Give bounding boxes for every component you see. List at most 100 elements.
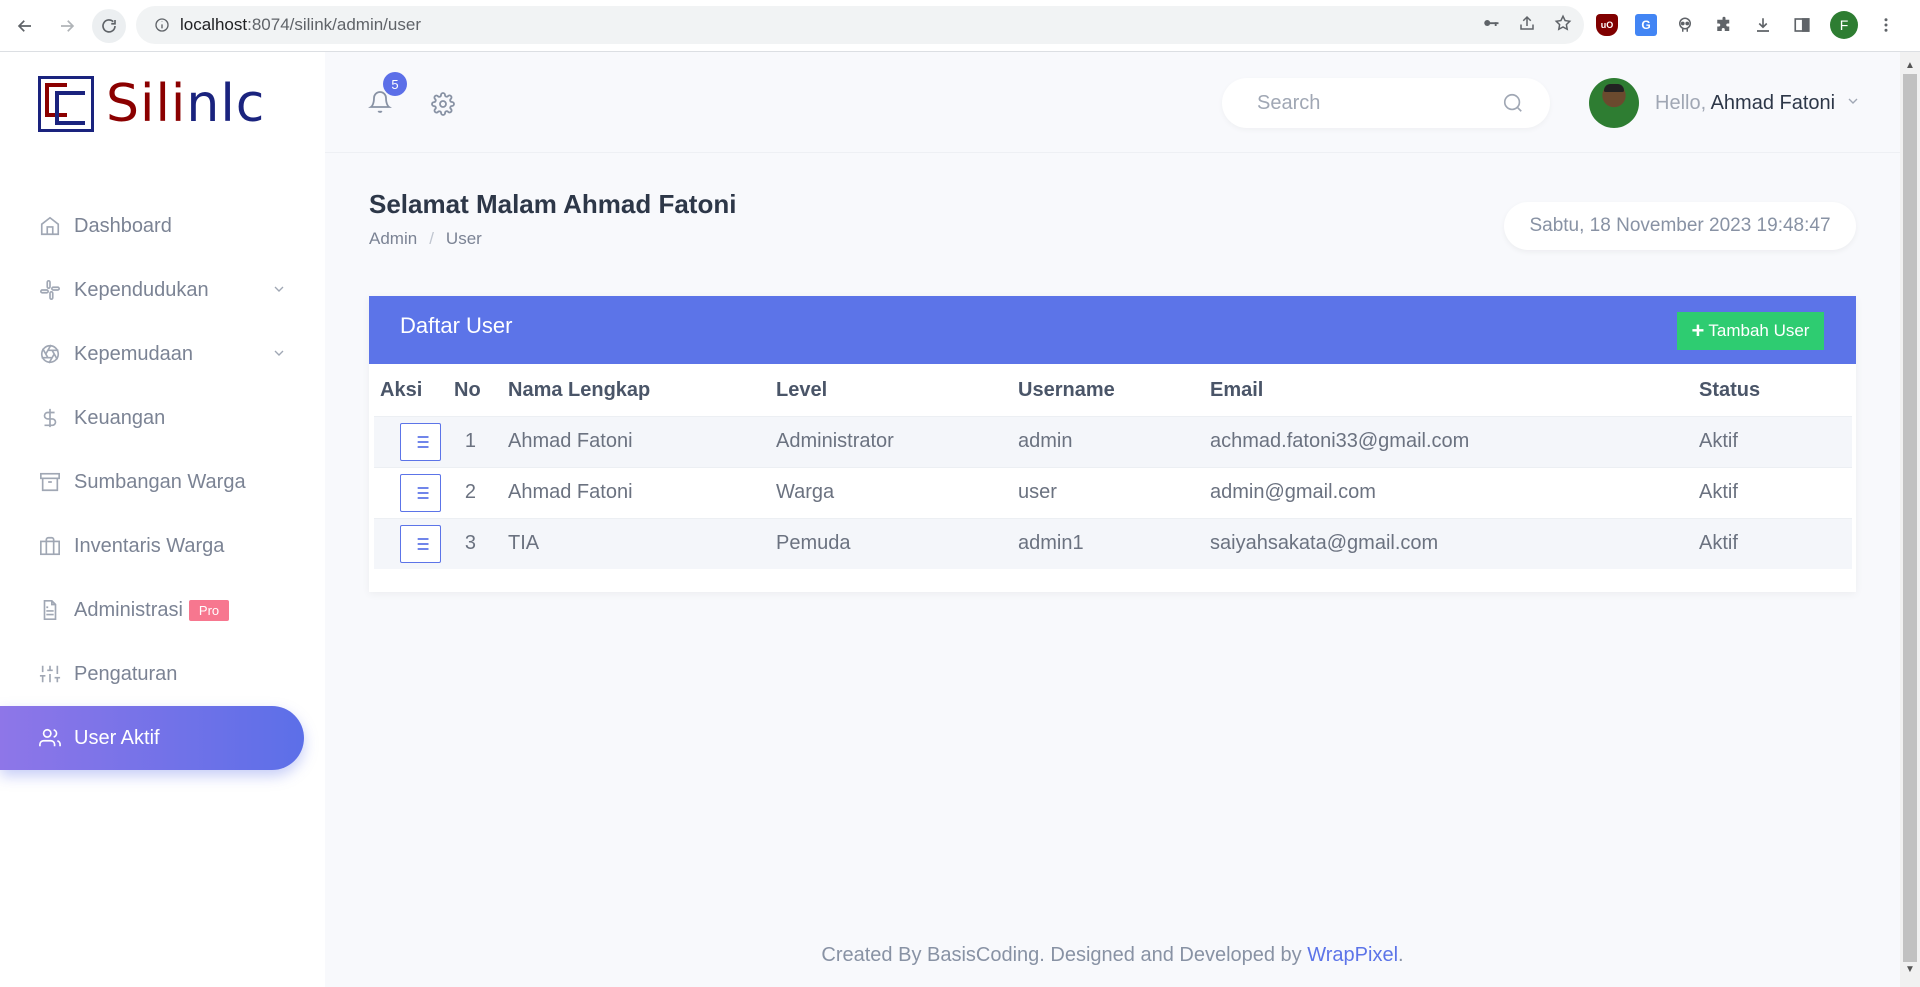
sidebar-item-kependudukan[interactable]: Kependudukan	[0, 258, 325, 322]
plus-icon: +	[1691, 318, 1705, 343]
column-header-level: Level	[776, 379, 828, 402]
wrappixel-link[interactable]: WrapPixel	[1307, 944, 1398, 966]
footer-text: Created By BasisCoding. Designed and Dev…	[821, 944, 1308, 966]
column-header-nama: Nama Lengkap	[508, 379, 651, 402]
row-username: user	[1018, 481, 1057, 503]
card-title: Daftar User	[400, 313, 513, 338]
extension-alien-icon[interactable]	[1674, 14, 1696, 36]
browser-toolbar: localhost:8074/silink/admin/user uO G F	[0, 0, 1920, 52]
user-list-card: Daftar User + Tambah User Aksi No Nama Le…	[369, 296, 1856, 592]
kebab-menu-icon[interactable]	[1875, 14, 1897, 36]
download-icon[interactable]	[1752, 14, 1774, 36]
sidebar-item-label: Inventaris Warga	[74, 534, 225, 557]
sidebar-item-user-aktif[interactable]: User Aktif	[0, 706, 304, 770]
side-panel-icon[interactable]	[1791, 14, 1813, 36]
sidebar-item-label: Dashboard	[74, 214, 172, 237]
url-path: :8074/silink/admin/user	[247, 15, 421, 34]
search-icon[interactable]	[1502, 92, 1524, 119]
row-email: achmad.fatoni33@gmail.com	[1210, 430, 1470, 452]
briefcase-icon	[38, 534, 62, 558]
table-header-row: Aksi No Nama Lengkap Level Username Emai…	[374, 366, 1852, 416]
sidebar-item-keuangan[interactable]: Keuangan	[0, 386, 325, 450]
row-number: 3	[464, 532, 476, 555]
add-user-button[interactable]: + Tambah User	[1677, 312, 1824, 350]
row-level: Pemuda	[776, 532, 851, 555]
slack-icon	[38, 278, 62, 302]
sidebar: Silinlc Dashboard Kependudukan Kepemudaa…	[0, 52, 325, 987]
chevron-down-icon	[271, 280, 287, 303]
home-icon	[38, 214, 62, 238]
sidebar-item-label: User Aktif	[74, 726, 160, 749]
row-status: Aktif	[1699, 481, 1738, 503]
row-username: admin1	[1018, 532, 1084, 555]
add-user-label: Tambah User	[1708, 321, 1810, 340]
logo-text: Silinlc	[106, 74, 266, 134]
column-header-status: Status	[1699, 379, 1761, 402]
url-host: localhost	[180, 15, 248, 34]
star-icon[interactable]	[1554, 14, 1572, 37]
row-action-button[interactable]	[400, 422, 441, 461]
address-bar[interactable]: localhost:8074/silink/admin/user	[136, 6, 1584, 44]
back-button[interactable]	[8, 9, 42, 43]
reload-button[interactable]	[92, 8, 126, 43]
sidebar-item-dashboard[interactable]: Dashboard	[0, 194, 325, 258]
breadcrumb-user: User	[445, 229, 482, 248]
archive-icon	[38, 470, 62, 494]
sidebar-item-inventaris-warga[interactable]: Inventaris Warga	[0, 514, 325, 578]
row-action-button[interactable]	[400, 473, 441, 512]
column-header-email: Email	[1210, 379, 1264, 402]
sidebar-item-pengaturan[interactable]: Pengaturan	[0, 642, 325, 706]
top-header: 5 Hello, Ahmad Fatoni	[325, 52, 1900, 153]
search-box	[1222, 78, 1550, 128]
scroll-down-arrow[interactable]: ▼	[1904, 964, 1916, 976]
row-action-button[interactable]	[400, 524, 441, 563]
row-nama: Ahmad Fatoni	[508, 481, 633, 503]
page-scrollbar[interactable]: ▲ ▼	[1900, 52, 1920, 987]
scroll-up-arrow[interactable]: ▲	[1904, 60, 1916, 72]
list-icon	[413, 537, 428, 550]
column-header-username: Username	[1018, 379, 1115, 402]
breadcrumb-admin[interactable]: Admin	[369, 229, 417, 249]
page-title: Selamat Malam Ahmad Fatoni	[369, 189, 737, 219]
scroll-thumb[interactable]	[1903, 74, 1917, 962]
row-level: Warga	[776, 481, 835, 503]
chevron-down-icon[interactable]	[1845, 93, 1861, 114]
user-menu[interactable]: Hello, Ahmad Fatoni	[1589, 78, 1861, 128]
ublock-icon[interactable]: uO	[1596, 14, 1618, 36]
key-icon[interactable]	[1482, 14, 1500, 37]
sidebar-item-label: Keuangan	[74, 406, 166, 429]
logo-mark	[38, 76, 94, 132]
footer-end: .	[1398, 944, 1404, 966]
avatar[interactable]	[1589, 78, 1639, 128]
pro-badge: Pro	[188, 599, 230, 621]
forward-button[interactable]	[50, 9, 84, 43]
sidebar-item-kepemudaan[interactable]: Kepemudaan	[0, 322, 325, 386]
site-info-icon[interactable]	[144, 17, 180, 33]
datetime-display: Sabtu, 18 November 2023 19:48:47	[1504, 202, 1856, 250]
sidebar-item-label: Kependudukan	[74, 278, 209, 301]
share-icon[interactable]	[1518, 14, 1536, 37]
puzzle-icon[interactable]	[1713, 14, 1735, 36]
list-icon	[413, 486, 428, 499]
row-username: admin	[1018, 430, 1073, 452]
app-logo[interactable]: Silinlc	[38, 76, 265, 132]
sidebar-item-sumbangan-warga[interactable]: Sumbangan Warga	[0, 450, 325, 514]
translate-icon[interactable]: G	[1635, 14, 1657, 36]
sidebar-item-administrasi[interactable]: Administrasi Pro	[0, 578, 325, 642]
row-email: admin@gmail.com	[1210, 481, 1376, 503]
row-email: saiyahsakata@gmail.com	[1210, 532, 1439, 555]
gear-icon[interactable]	[431, 92, 455, 121]
users-icon	[38, 726, 62, 750]
dollar-icon	[38, 406, 62, 430]
row-nama: TIA	[508, 532, 540, 555]
profile-avatar[interactable]: F	[1830, 11, 1858, 39]
url-text: localhost:8074/silink/admin/user	[180, 15, 421, 35]
table-row: 3 TIA Pemuda admin1 saiyahsakata@gmail.c…	[374, 518, 1852, 569]
sliders-icon	[38, 662, 62, 686]
sidebar-item-label: Pengaturan	[74, 662, 178, 685]
sidebar-menu: Dashboard Kependudukan Kepemudaan Keuang…	[0, 194, 325, 770]
notification-badge: 5	[383, 72, 407, 96]
chevron-down-icon	[271, 344, 287, 367]
row-status: Aktif	[1699, 430, 1738, 452]
search-input[interactable]	[1257, 91, 1497, 115]
